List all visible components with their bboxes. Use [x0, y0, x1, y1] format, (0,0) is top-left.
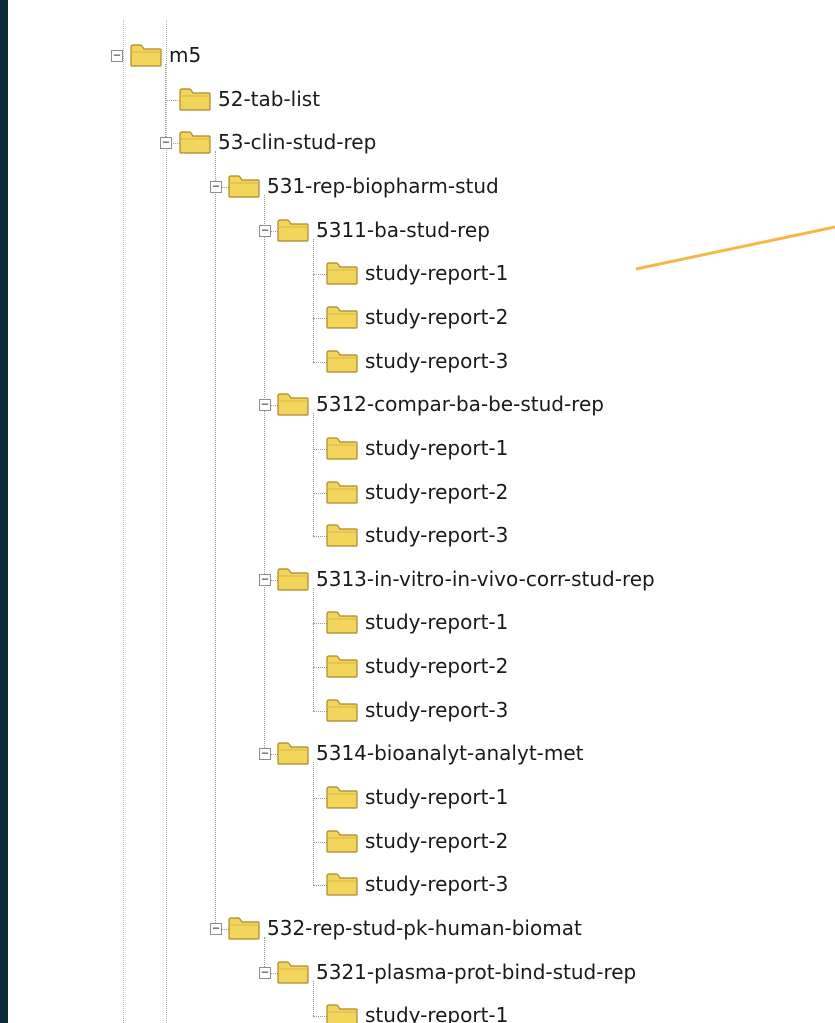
tree-view-panel: − m5 52-tab-list −53-clin-stud-rep −531-rep-… — [8, 0, 835, 1023]
arrow-line — [635, 225, 835, 271]
annotation-arrow — [635, 225, 835, 271]
